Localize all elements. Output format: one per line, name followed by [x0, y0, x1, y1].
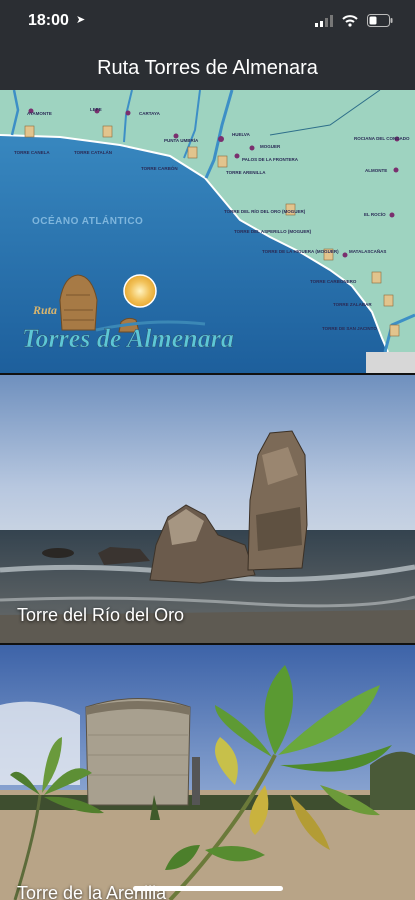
route-map-card[interactable]: AYAMONTE LEPE CARTAYA PUNTA UMBRÍA HUELV… [0, 90, 415, 373]
tower-card-title: Torre del Río del Oro [17, 605, 185, 625]
logo-text-large: Torres de Almenara [22, 324, 234, 353]
map-label: MATALASCAÑAS [349, 248, 386, 254]
map-label: TORRE CANELA [14, 150, 50, 155]
map-label: AYAMONTE [27, 111, 52, 116]
home-indicator[interactable] [133, 886, 283, 891]
tower-card[interactable]: Torre de la Arenilla [0, 645, 415, 900]
sun-icon [123, 274, 157, 308]
status-bar: 18:00 ➤ [0, 0, 415, 44]
map-label: PALOS DE LA FRONTERA [242, 157, 299, 162]
map-label: PUNTA UMBRÍA [164, 136, 199, 143]
map-label: TORRE ZALABAR [333, 302, 372, 307]
route-map: AYAMONTE LEPE CARTAYA PUNTA UMBRÍA HUELV… [0, 90, 415, 373]
map-label: TORRE DE LA HIGUERA (MOGUER) [262, 249, 339, 254]
map-label: TORRE CARBONERO [310, 279, 357, 284]
map-label: TORRE ARENILLA [226, 170, 266, 175]
tower-photo [0, 645, 415, 900]
wifi-icon [342, 14, 358, 27]
battery-icon [367, 14, 393, 27]
tower-photo [0, 375, 415, 643]
logo-text-small: Ruta [32, 303, 57, 317]
signal-icon [315, 14, 333, 27]
map-label: TORRE DE SAN JACINTO [322, 326, 377, 331]
navigation-bar: Ruta Torres de Almenara [0, 44, 415, 90]
map-label: TORRE DEL RÍO DEL ORO (MOGUER) [224, 207, 306, 214]
map-label: CARTAYA [139, 111, 161, 116]
map-label: LEPE [90, 107, 102, 112]
map-label: TORRE CATALÁN [74, 149, 112, 155]
map-label: MOGUER [260, 144, 281, 149]
map-label: TORRE CARBÓN [141, 164, 178, 171]
map-label: ALMONTE [365, 168, 387, 173]
status-icons [315, 14, 393, 27]
ocean-label: OCÉANO ATLÁNTICO [32, 214, 143, 227]
location-arrow-icon: ➤ [76, 14, 86, 26]
tower-card[interactable]: Torre del Río del Oro [0, 375, 415, 643]
map-label: TORRE DEL ASPERILLO (MOGUER) [234, 229, 312, 234]
map-label: HUELVA [232, 132, 251, 137]
map-label: EL ROCÍO [364, 210, 386, 217]
map-label: ROCIANA DEL CONDADO [354, 136, 410, 141]
page-title: Ruta Torres de Almenara [97, 57, 318, 79]
status-time: 18:00 [28, 12, 69, 29]
